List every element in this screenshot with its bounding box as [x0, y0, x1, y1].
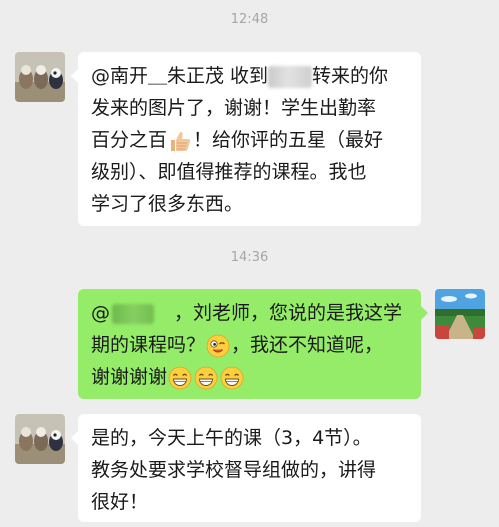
redacted-name [112, 303, 154, 324]
message-bubble-incoming[interactable]: 是的，今天上午的课（3，4节）。 教务处要求学校督导组做的，讲得 很好！ [71, 414, 421, 522]
timestamp: 12:48 [230, 12, 269, 27]
message-text: 级别）、即值得推荐的课程。我也 [91, 161, 367, 183]
message-text: ，刘老师，您说的是我这学 [174, 302, 403, 324]
message-text: 谢谢谢谢 [91, 366, 168, 388]
message-text: @南开＿朱正茂 收到 [91, 65, 269, 87]
message-text: 是的，今天上午的课（3，4节）。 [91, 427, 372, 449]
message-text: 发来的图片了，谢谢！学生出勤率 [91, 97, 377, 119]
redacted-name [268, 65, 313, 88]
message-bubble-incoming[interactable]: @南开＿朱正茂 收到 转来的你 发来的图片了，谢谢！学生出勤率 百分之百 ！给你评… [71, 52, 421, 226]
winking-face-emoji-icon [206, 334, 230, 357]
message-text: 教务处要求学校督导组做的，讲得 [91, 459, 377, 481]
message-text: ，我还不知道呢， [231, 334, 384, 356]
message-text: 很好！ [91, 491, 149, 513]
message-text: 期的课程吗？ [91, 334, 206, 356]
thumbs-up-emoji-icon [171, 131, 191, 151]
grinning-face-emoji-icon [168, 366, 192, 389]
message-text: 学习了很多东西。 [91, 193, 244, 215]
grinning-face-emoji-icon [220, 366, 244, 389]
contact-avatar[interactable] [15, 52, 65, 102]
contact-avatar[interactable] [15, 414, 65, 464]
my-avatar[interactable] [435, 289, 485, 339]
message-bubble-outgoing[interactable]: @ ，刘老师，您说的是我这学 期的课程吗？ ，我还不知道呢， 谢谢谢谢 [78, 289, 428, 399]
message-text: @ [91, 302, 110, 324]
grinning-face-emoji-icon [194, 366, 218, 389]
message-text: 转来的你 [312, 65, 389, 87]
timestamp: 14:36 [230, 250, 269, 265]
birds-avatar-icon [15, 52, 65, 102]
road-landscape-avatar-icon [435, 289, 485, 339]
message-text: 百分之百 [91, 129, 168, 151]
message-text: ！给你评的五星（最好 [193, 129, 384, 151]
birds-avatar-icon [15, 414, 65, 464]
